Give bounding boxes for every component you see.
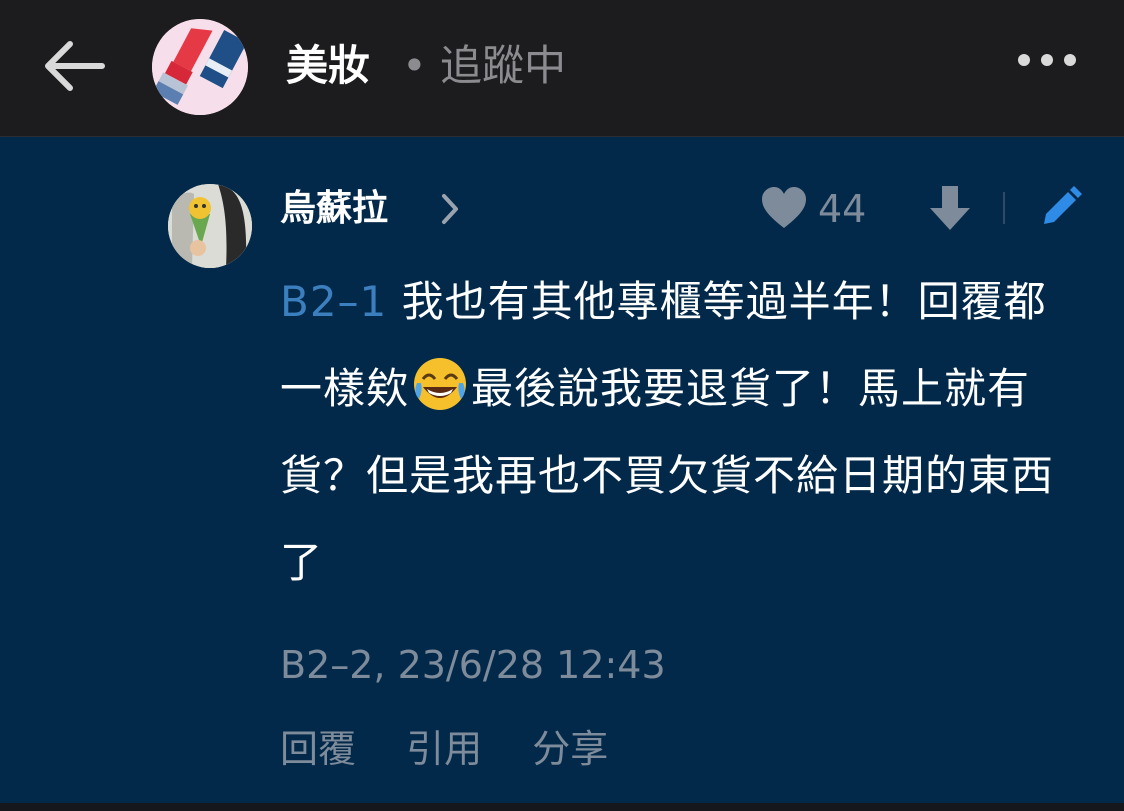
downvote-button[interactable] bbox=[928, 184, 972, 232]
share-button[interactable]: 分享 bbox=[532, 724, 608, 774]
arrow-down-icon bbox=[930, 186, 970, 230]
chevron-right-icon bbox=[442, 194, 458, 224]
like-count: 44 bbox=[818, 187, 867, 231]
reply-floor-link[interactable]: B2–1 bbox=[280, 277, 387, 326]
user-photo-icon bbox=[168, 184, 252, 268]
like-button[interactable] bbox=[760, 186, 808, 230]
board-title[interactable]: 美妝 bbox=[286, 36, 370, 96]
reply-button[interactable]: 回覆 bbox=[280, 724, 356, 774]
more-options-button[interactable] bbox=[1012, 40, 1082, 80]
quote-button[interactable]: 引用 bbox=[406, 724, 482, 774]
comment-actions: 回覆 引用 分享 bbox=[280, 724, 646, 774]
comment-text: B2–1 我也有其他專櫃等過半年！回覆都一樣欸 最後說我要退貨了！馬上就有貨？但是… bbox=[280, 258, 1080, 606]
more-horizontal-icon bbox=[1018, 54, 1076, 66]
arrow-left-icon bbox=[45, 41, 105, 91]
edit-button[interactable] bbox=[1038, 186, 1082, 230]
top-bar: 美妝 • 追蹤中 bbox=[0, 0, 1124, 137]
bottom-divider bbox=[0, 803, 1124, 811]
lipstick-icon bbox=[152, 19, 248, 115]
heart-icon bbox=[762, 187, 806, 228]
comment-author[interactable]: 烏蘇拉 bbox=[280, 184, 388, 234]
author-profile-link[interactable] bbox=[436, 192, 464, 226]
follow-status[interactable]: 追蹤中 bbox=[440, 36, 566, 96]
laughing-crying-emoji bbox=[414, 358, 467, 410]
comment-meta: B2–2, 23/6/28 12:43 bbox=[280, 643, 666, 687]
back-button[interactable] bbox=[38, 36, 110, 96]
title-separator: • bbox=[402, 41, 427, 90]
action-divider bbox=[1003, 192, 1005, 224]
avatar[interactable] bbox=[168, 184, 252, 268]
pencil-icon bbox=[1044, 186, 1082, 224]
board-avatar[interactable] bbox=[152, 19, 248, 115]
